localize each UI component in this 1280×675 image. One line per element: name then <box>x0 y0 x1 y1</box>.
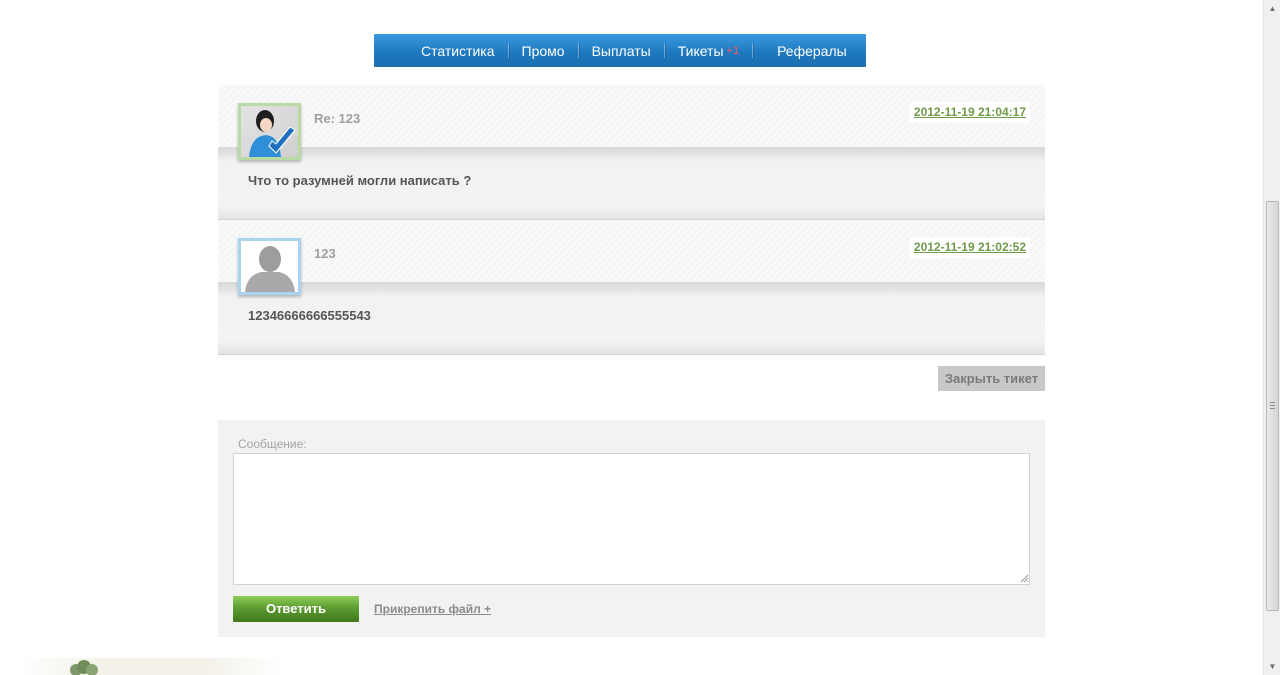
message-text: Что то разумней могли написать ? <box>248 173 472 188</box>
reply-button[interactable]: Ответить <box>233 596 359 622</box>
resize-grip-icon[interactable] <box>1020 574 1029 583</box>
nav-item-referrals[interactable]: Рефералы <box>753 42 860 59</box>
top-navigation: Статистика Промо Выплаты Тикеты +1 Рефера… <box>374 34 866 67</box>
message-text: 12346666666555543 <box>248 308 371 323</box>
plant-icon <box>70 660 98 675</box>
nav-item-promo[interactable]: Промо <box>509 42 578 59</box>
close-ticket-button[interactable]: Закрыть тикет <box>938 366 1045 391</box>
message-title: 123 <box>314 246 336 261</box>
scroll-up-icon[interactable]: ▲ <box>1264 0 1280 17</box>
nav-item-payouts[interactable]: Выплаты <box>579 42 664 59</box>
page: Статистика Промо Выплаты Тикеты +1 Рефера… <box>0 0 1280 675</box>
footer-decoration <box>20 658 282 675</box>
nav-item-tickets[interactable]: Тикеты +1 <box>665 42 752 59</box>
ticket-message: Re: 123 2012-11-19 21:04:17 Что то разум… <box>218 85 1045 220</box>
message-title: Re: 123 <box>314 111 361 126</box>
support-avatar-icon <box>238 103 301 160</box>
message-label: Сообщение: <box>238 437 307 451</box>
attach-file-link[interactable]: Прикрепить файл + <box>374 602 491 616</box>
grip-icon <box>1270 402 1275 409</box>
ticket-message: 123 2012-11-19 21:02:52 1234666666655554… <box>218 220 1045 355</box>
user-silhouette-icon <box>238 238 301 295</box>
message-textarea[interactable] <box>233 453 1030 585</box>
reply-form: Сообщение: Ответить Прикрепить файл + <box>218 420 1045 637</box>
vertical-scrollbar[interactable]: ▲ ▼ <box>1263 0 1280 675</box>
tickets-badge: +1 <box>726 44 740 57</box>
message-date-link[interactable]: 2012-11-19 21:04:17 <box>909 102 1030 123</box>
scroll-down-icon[interactable]: ▼ <box>1264 658 1280 675</box>
scrollbar-thumb[interactable] <box>1266 201 1279 611</box>
nav-item-stats[interactable]: Статистика <box>408 42 508 59</box>
ticket-thread: Re: 123 2012-11-19 21:04:17 Что то разум… <box>218 85 1045 355</box>
message-date-link[interactable]: 2012-11-19 21:02:52 <box>909 237 1030 258</box>
